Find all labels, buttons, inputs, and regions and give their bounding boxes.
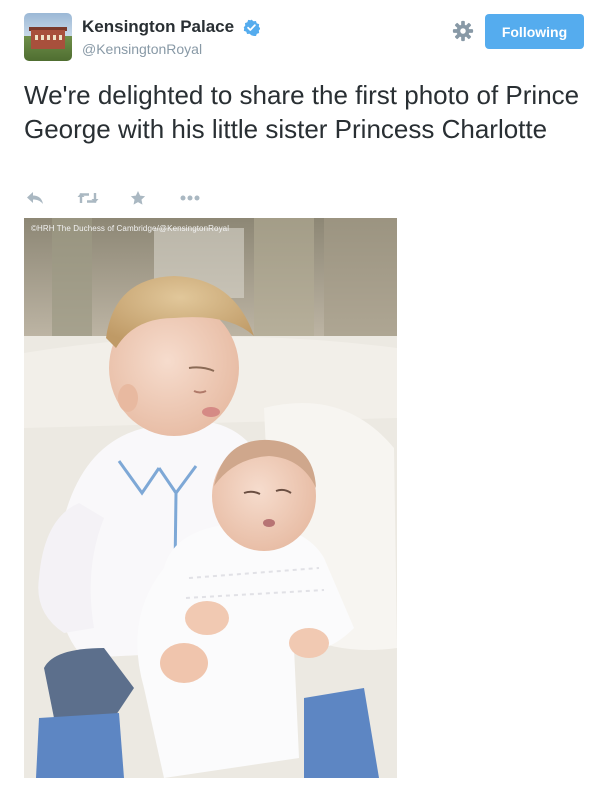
- tweet-text: We're delighted to share the first photo…: [24, 80, 580, 144]
- photo-children-on-sofa: [24, 218, 397, 778]
- avatar-window: [41, 35, 44, 40]
- account-names: Kensington Palace @KensingtonRoyal: [82, 17, 260, 57]
- favorite-star-icon: [130, 191, 146, 205]
- retweet-button[interactable]: [77, 188, 99, 208]
- avatar-window: [47, 35, 50, 40]
- tweet-header: Kensington Palace @KensingtonRoyal Follo…: [24, 13, 584, 63]
- account-handle[interactable]: @KensingtonRoyal: [82, 41, 260, 57]
- avatar-window: [59, 35, 62, 40]
- more-options-button[interactable]: [180, 188, 200, 208]
- avatar-window: [53, 35, 56, 40]
- gear-icon[interactable]: [452, 20, 474, 42]
- more-options-icon: [180, 195, 200, 201]
- tweet-photo[interactable]: ©HRH The Duchess of Cambridge/@Kensingto…: [24, 218, 397, 778]
- account-display-name[interactable]: Kensington Palace: [82, 17, 234, 37]
- retweet-icon: [77, 193, 99, 203]
- reply-button[interactable]: [26, 188, 44, 208]
- profile-avatar[interactable]: [24, 13, 72, 61]
- favorite-button[interactable]: [130, 188, 146, 208]
- following-button[interactable]: Following: [485, 14, 584, 49]
- tweet-actions: [24, 188, 224, 208]
- verified-badge-icon: [243, 19, 260, 36]
- avatar-window: [35, 35, 38, 40]
- photo-credit: ©HRH The Duchess of Cambridge/@Kensingto…: [31, 224, 230, 233]
- reply-icon: [27, 192, 43, 204]
